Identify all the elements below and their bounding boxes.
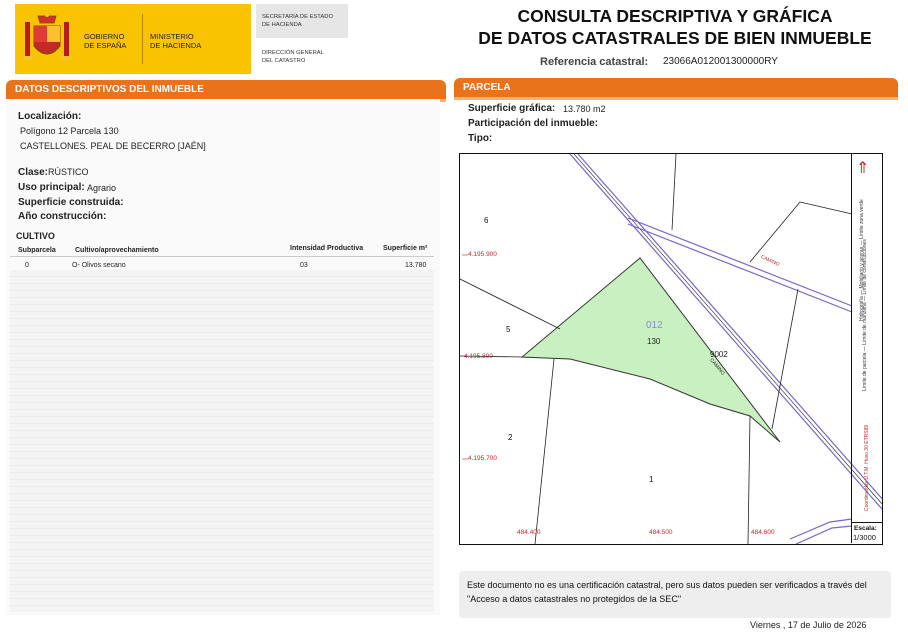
boundary-line <box>460 278 561 330</box>
uso-value: Agrario <box>87 183 117 193</box>
north-arrow-icon: ⇑ <box>856 160 870 177</box>
cadastral-map[interactable]: 012 130 9002 CAMINO CAMINO 6 5 2 1 4.195… <box>459 153 883 545</box>
anio-construccion-label: Año construcción: <box>18 211 107 222</box>
coat-of-arms-icon <box>23 13 71 60</box>
secretaria-line2: DE HACIENDA <box>262 21 302 28</box>
neighbor-label-1: 1 <box>649 475 654 484</box>
coord-y-label: 4.195.800 <box>464 353 493 360</box>
coord-system-label: Coordenadas U.T.M. Huso 30 ETRS89 <box>864 424 870 511</box>
boundary-line <box>671 154 677 231</box>
ministerio-text: MINISTERIO DE HACIENDA <box>150 32 201 50</box>
logo-separator <box>142 14 143 64</box>
localizacion-line1: Polígono 12 Parcela 130 <box>20 126 119 136</box>
clase-value: RÚSTICO <box>48 167 89 177</box>
boundary-line <box>534 358 555 544</box>
page-title: CONSULTA DESCRIPTIVA Y GRÁFICA DE DATOS … <box>450 5 900 49</box>
neighbor-label-6: 6 <box>484 216 489 225</box>
escala-label: Escala: <box>854 525 877 532</box>
superficie-construida-label: Superficie construida: <box>18 197 124 208</box>
ministerio-line1: MINISTERIO <box>150 32 194 41</box>
parcel-polygon-label: 012 <box>646 320 663 331</box>
legend-separator <box>852 522 882 523</box>
boundary-line <box>747 415 751 544</box>
bottom-road-edge-b <box>795 525 853 544</box>
title-line2: DE DATOS CATASTRALES DE BIEN INMUEBLE <box>478 28 872 48</box>
col-header-cultivo: Cultivo/aprovechamiento <box>75 247 159 254</box>
parcel-130-shape[interactable] <box>520 257 781 443</box>
map-canvas <box>460 154 882 544</box>
cultivo-title: CULTIVO <box>16 231 55 241</box>
title-line1: CONSULTA DESCRIPTIVA Y GRÁFICA <box>517 6 833 26</box>
ministerio-line2: DE HACIENDA <box>150 41 202 50</box>
gobierno-line1: GOBIERNO <box>84 32 125 41</box>
escala-value: 1/3000 <box>853 533 876 542</box>
localizacion-label: Localización: <box>18 111 82 122</box>
boundary-line <box>799 201 853 215</box>
direccion-line2: DEL CATASTRO <box>262 57 306 64</box>
section-underline-right <box>454 97 898 100</box>
parcel-number-label: 130 <box>647 337 661 346</box>
uso-label: Uso principal: <box>18 182 85 193</box>
secretaria-text: SECRETARÍA DE ESTADO DE HACIENDA <box>262 14 333 29</box>
clase-label: Clase: <box>18 167 49 178</box>
secretaria-line1: SECRETARÍA DE ESTADO <box>262 14 333 20</box>
col-header-intensidad: Intensidad Productiva <box>290 245 364 252</box>
superficie-grafica-label: Superficie gráfica: <box>468 103 556 114</box>
localizacion-line2: CASTELLONES. PEAL DE BECERRO [JAÉN] <box>20 141 206 151</box>
col-header-superficie: Superficie m² <box>383 245 428 252</box>
coord-y-label: 4.195.700 <box>468 455 497 462</box>
disclaimer-text: Este documento no es una certificación c… <box>467 580 867 604</box>
tipo-label: Tipo: <box>468 133 493 144</box>
referencia-label: Referencia catastral: <box>540 56 649 68</box>
coord-y-label: 4.195.900 <box>468 251 497 258</box>
coord-x-label: 484.500 <box>649 529 673 536</box>
bottom-road-edge-a <box>789 518 853 540</box>
participacion-label: Participación del inmueble: <box>468 118 599 129</box>
legend-text-group-b: Límite de parcela — Límite de manzana — … <box>862 239 868 391</box>
neighbor-label-5: 5 <box>506 325 511 334</box>
gobierno-line2: DE ESPAÑA <box>84 41 127 50</box>
legend-item-limite-manzana: Límite de manzana <box>862 302 868 345</box>
table-cell-intensidad: 03 <box>300 262 308 269</box>
boundary-line <box>771 288 799 430</box>
document-date: Viernes , 17 de Julio de 2026 <box>750 620 867 630</box>
direccion-text: DIRECCIÓN GENERAL DEL CATASTRO <box>262 50 324 65</box>
map-legend: ⇑ Hidrografía — Mobiliario y aceras — Lí… <box>851 153 882 543</box>
col-header-subparcela: Subparcela <box>18 247 56 254</box>
table-header-rule <box>10 256 434 257</box>
table-empty-rows <box>10 270 434 612</box>
neighbor-label-2: 2 <box>508 433 513 442</box>
superficie-grafica-value: 13.780 m2 <box>563 104 606 114</box>
legend-item-zona-verde: Límite zona verde <box>859 199 865 240</box>
section-header-parcela: PARCELA <box>454 78 898 97</box>
coord-x-label: 484.600 <box>751 529 775 536</box>
boundary-line <box>749 201 801 263</box>
direccion-line1: DIRECCIÓN GENERAL <box>262 50 324 56</box>
legend-item-construcciones: Límite de construcciones <box>862 239 868 295</box>
gobierno-text: GOBIERNO DE ESPAÑA <box>84 32 126 50</box>
referencia-value: 23066A012001300000RY <box>663 56 778 67</box>
coord-x-label: 484.400 <box>517 529 541 536</box>
section-header-descriptivos: DATOS DESCRIPTIVOS DEL INMUEBLE <box>6 80 446 99</box>
table-cell-superficie: 13.780 <box>405 262 427 269</box>
table-cell-cultivo: O- Olivos secano <box>72 262 126 269</box>
table-cell-subparcela: 0 <box>25 262 29 269</box>
